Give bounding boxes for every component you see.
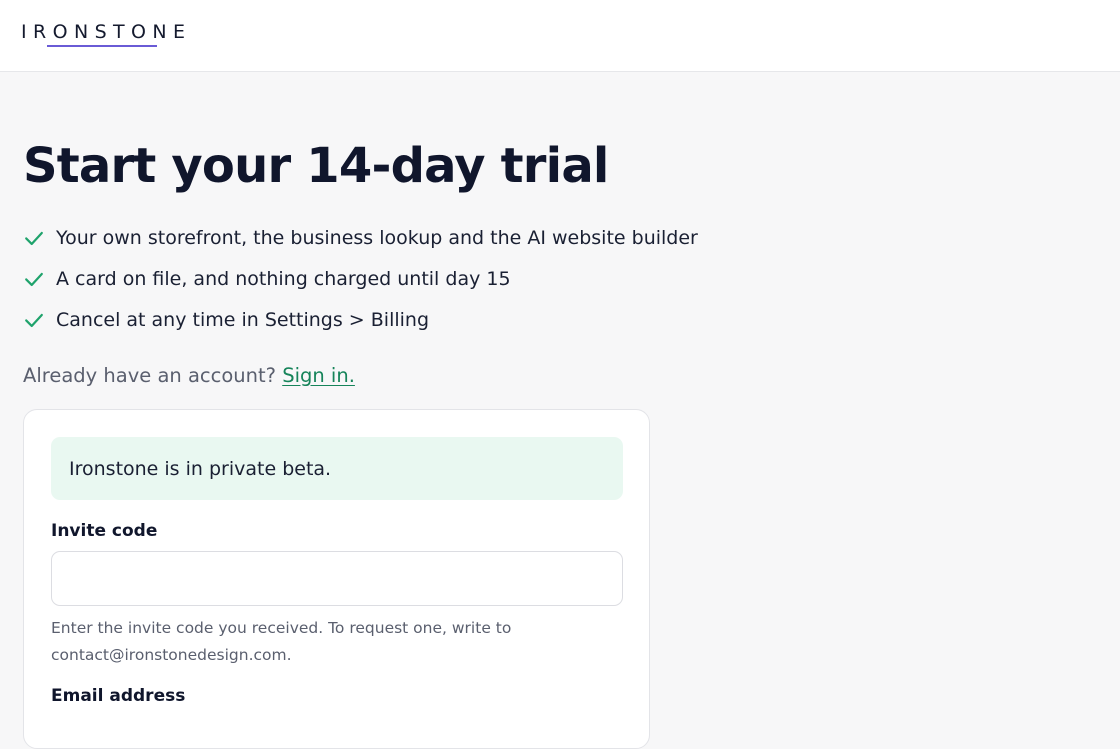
logo[interactable]: IRONSTONE (21, 21, 191, 43)
invite-code-help: Enter the invite code you received. To r… (51, 619, 512, 664)
feature-item: Cancel at any time in Settings > Billing (23, 299, 698, 340)
check-icon (25, 272, 43, 286)
logo-underline (47, 45, 157, 47)
beta-notice: Ironstone is in private beta. (51, 437, 623, 500)
signup-form-card: Ironstone is in private beta. Invite cod… (23, 409, 650, 749)
feature-item: Your own storefront, the business lookup… (23, 217, 698, 258)
invite-code-label: Invite code (51, 521, 158, 541)
page-title: Start your 14-day trial (23, 138, 609, 194)
feature-text: Cancel at any time in Settings > Billing (56, 308, 430, 331)
feature-text: A card on file, and nothing charged unti… (56, 267, 511, 290)
email-address-label: Email address (51, 686, 186, 706)
signin-prompt: Already have an account? (23, 364, 276, 387)
check-icon (25, 231, 43, 245)
invite-code-input[interactable] (51, 551, 623, 606)
feature-text: Your own storefront, the business lookup… (56, 226, 698, 249)
feature-list: Your own storefront, the business lookup… (23, 217, 698, 340)
signin-prompt-row: Already have an account? Sign in. (23, 364, 355, 387)
sign-in-link[interactable]: Sign in. (282, 364, 355, 387)
feature-item: A card on file, and nothing charged unti… (23, 258, 698, 299)
top-bar: IRONSTONE (0, 0, 1120, 72)
check-icon (25, 313, 43, 327)
